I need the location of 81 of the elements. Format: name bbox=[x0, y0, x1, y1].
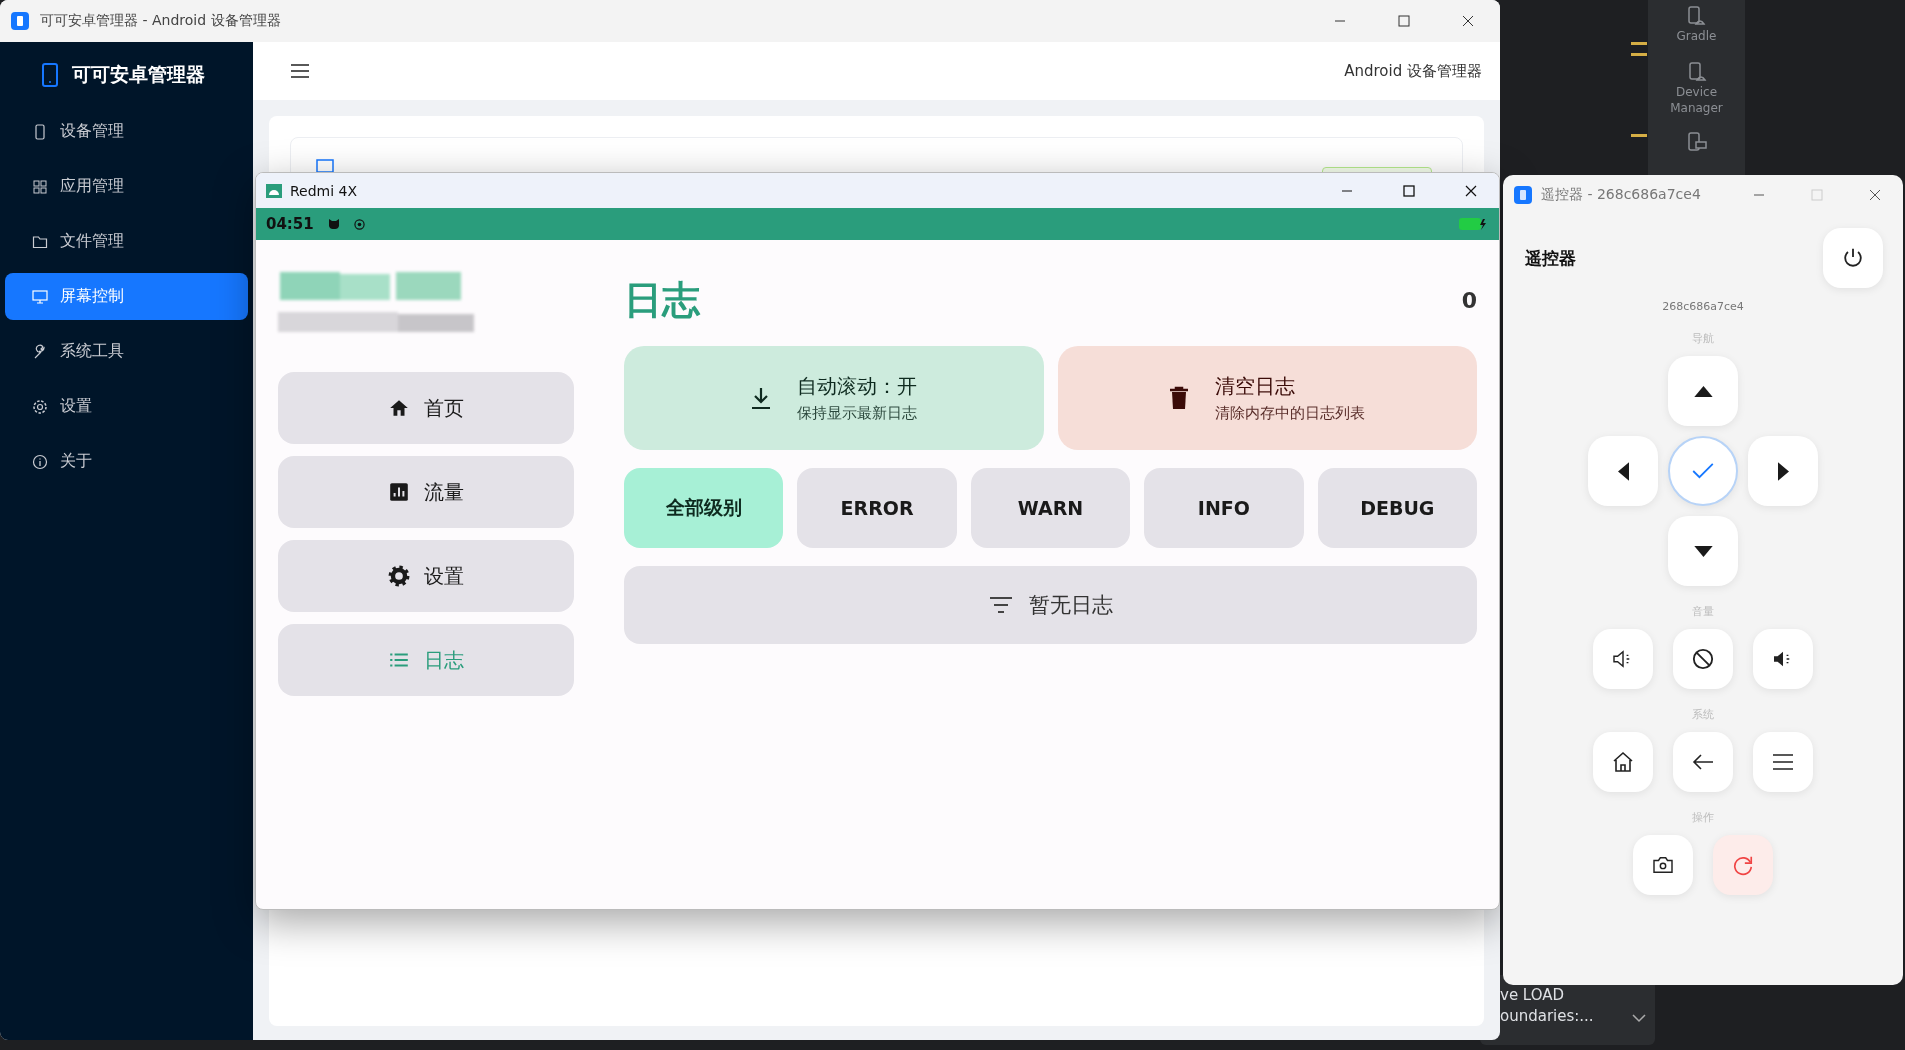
remote-heading: 遥控器 bbox=[1525, 246, 1576, 270]
status-time: 04:51 bbox=[266, 215, 314, 233]
window-title: Redmi 4X bbox=[290, 182, 358, 199]
nav-button[interactable]: 流量 bbox=[278, 456, 574, 528]
triangle-left-icon bbox=[1617, 461, 1629, 481]
sidebar-item[interactable]: 系统工具 bbox=[5, 328, 248, 375]
menu-icon[interactable] bbox=[291, 64, 309, 78]
menu-button[interactable] bbox=[1753, 732, 1813, 792]
arrow-left-icon bbox=[1692, 753, 1714, 771]
phone-icon bbox=[32, 123, 48, 140]
right-button[interactable] bbox=[1748, 436, 1818, 506]
sidebar-item[interactable]: 设备管理 bbox=[5, 108, 248, 155]
trash-icon bbox=[1169, 386, 1190, 410]
tool-window-label[interactable]: Gradle bbox=[1676, 28, 1717, 44]
home-button[interactable] bbox=[1593, 732, 1653, 792]
triangle-right-icon bbox=[1777, 461, 1789, 481]
notification-text: ve LOAD bbox=[1500, 985, 1565, 1006]
notification-text: oundaries:... bbox=[1500, 1006, 1594, 1027]
maximize-icon[interactable] bbox=[1398, 15, 1410, 27]
close-icon[interactable] bbox=[1465, 184, 1477, 197]
close-icon[interactable] bbox=[1869, 189, 1881, 201]
app-icon bbox=[1513, 185, 1533, 205]
level-filter-chip[interactable]: WARN bbox=[970, 468, 1131, 548]
window-title: 遥控器 - 268c686a7ce4 bbox=[1541, 186, 1701, 204]
nav-button[interactable]: 首页 bbox=[278, 372, 574, 444]
sidebar-item[interactable]: 设置 bbox=[5, 383, 248, 430]
phone-icon bbox=[42, 63, 58, 87]
tool-window-label[interactable]: Device Manager bbox=[1648, 84, 1745, 116]
sidebar-item[interactable]: 关于 bbox=[5, 438, 248, 485]
volume-down-button[interactable] bbox=[1593, 629, 1653, 689]
page-title: 日志 bbox=[624, 276, 700, 324]
triangle-up-icon bbox=[1693, 385, 1713, 397]
auto-scroll-button[interactable]: 自动滚动：开 保持显示最新日志 bbox=[624, 346, 1044, 450]
level-filter-chip[interactable]: 全部级别 bbox=[624, 468, 784, 548]
sidebar-item[interactable]: 应用管理 bbox=[5, 163, 248, 210]
level-filter-chip[interactable]: DEBUG bbox=[1317, 468, 1478, 548]
chevron-down-icon[interactable] bbox=[1631, 1013, 1647, 1023]
chart-icon bbox=[388, 481, 410, 503]
refresh-icon bbox=[1732, 854, 1754, 876]
monitor-icon bbox=[32, 288, 48, 305]
clear-log-button[interactable]: 清空日志 清除内存中的日志列表 bbox=[1057, 346, 1477, 450]
volume-up-button[interactable] bbox=[1753, 629, 1813, 689]
up-button[interactable] bbox=[1668, 356, 1738, 426]
camera-icon bbox=[1652, 856, 1674, 874]
empty-message: 暂无日志 bbox=[1028, 592, 1113, 619]
grid-icon bbox=[32, 178, 48, 195]
power-icon bbox=[1842, 247, 1864, 269]
cat-face-icon bbox=[327, 218, 340, 230]
back-button[interactable] bbox=[1673, 732, 1733, 792]
info-icon bbox=[32, 453, 48, 470]
checkmark-icon bbox=[1692, 463, 1714, 479]
folder-icon bbox=[32, 233, 48, 250]
header-title: Android 设备管理器 bbox=[1344, 61, 1482, 81]
record-icon bbox=[353, 218, 365, 230]
android-icon bbox=[266, 183, 282, 198]
home-icon bbox=[1612, 751, 1634, 773]
power-button[interactable] bbox=[1823, 228, 1883, 288]
maximize-icon[interactable] bbox=[1403, 184, 1415, 197]
sidebar-item[interactable]: 文件管理 bbox=[5, 218, 248, 265]
down-button[interactable] bbox=[1668, 516, 1738, 586]
nav-button[interactable]: 设置 bbox=[278, 540, 574, 612]
app-name: 可可安卓管理器 bbox=[72, 62, 205, 87]
reboot-button[interactable] bbox=[1713, 835, 1773, 895]
triangle-down-icon bbox=[1693, 545, 1713, 557]
mute-button[interactable] bbox=[1673, 629, 1733, 689]
battery-charging-icon bbox=[1459, 217, 1489, 231]
download-icon bbox=[750, 386, 771, 410]
left-button[interactable] bbox=[1588, 436, 1658, 506]
close-icon[interactable] bbox=[1462, 15, 1474, 27]
level-filter-chip[interactable]: INFO bbox=[1144, 468, 1304, 548]
menu-icon bbox=[1772, 753, 1794, 771]
sidebar-item[interactable]: 屏幕控制 bbox=[5, 273, 248, 320]
level-filter-chip[interactable]: ERROR bbox=[797, 468, 957, 548]
device-serial: 268c686a7ce4 bbox=[1662, 300, 1744, 313]
prohibited-icon bbox=[1692, 648, 1714, 670]
maximize-icon bbox=[1811, 189, 1823, 201]
screenshot-button[interactable] bbox=[1633, 835, 1693, 895]
log-count: 0 bbox=[1461, 287, 1477, 313]
window-title: 可可安卓管理器 - Android 设备管理器 bbox=[40, 12, 281, 30]
filter-icon bbox=[988, 596, 1013, 614]
app-icon bbox=[10, 11, 30, 31]
